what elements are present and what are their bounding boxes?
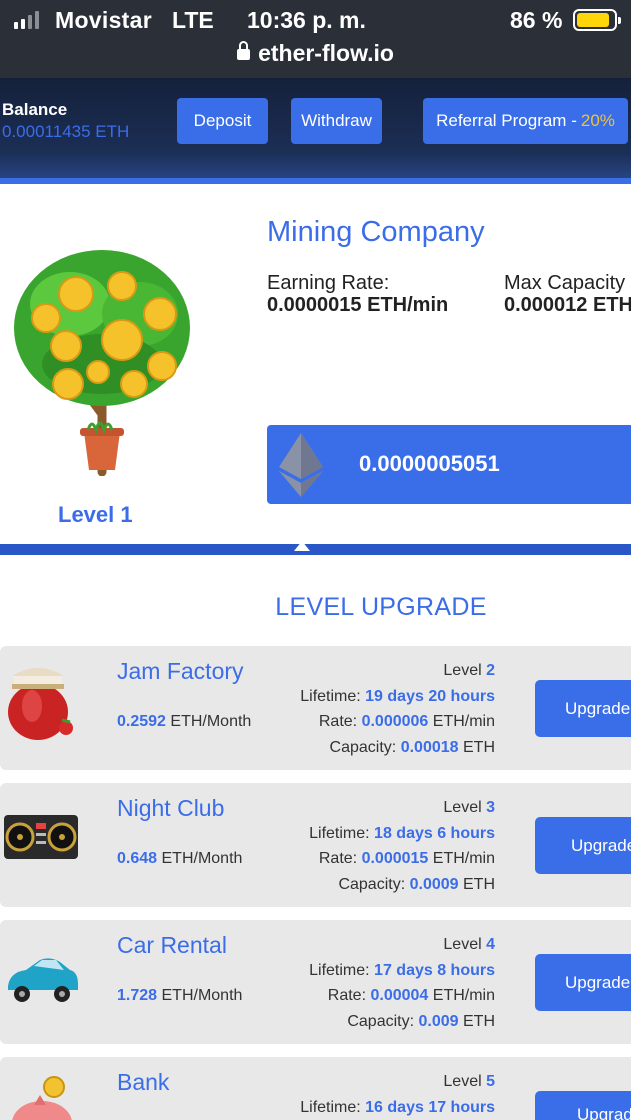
battery-percent: 86 % xyxy=(510,7,563,33)
upgrade-button[interactable]: Upgrade xyxy=(535,817,631,874)
lock-icon xyxy=(237,41,251,60)
referral-label: Referral Program - xyxy=(436,111,577,130)
upgrade-details: Level 4 Lifetime: 17 days 8 hours Rate: … xyxy=(309,936,495,1030)
monthly-earning: 1.728 ETH/Month xyxy=(117,987,243,1004)
money-tree-icon xyxy=(14,250,190,476)
car-icon xyxy=(8,958,78,1002)
mined-balance-value: 0.0000005051 xyxy=(359,451,500,476)
current-level: Level 1 xyxy=(58,502,133,527)
upgrade-card-bank: Bank Level 5 Lifetime: 16 days 17 hours … xyxy=(0,1057,631,1120)
referral-percent: 20% xyxy=(580,111,615,130)
upgrade-name: Night Club xyxy=(117,795,225,821)
carrier-name: Movistar xyxy=(55,7,152,33)
upgrade-button[interactable]: Upgrade xyxy=(535,680,631,737)
status-bar: Movistar LTE 10:36 p. m. 86 % ether-flow… xyxy=(0,0,631,78)
upgrade-card-jam-factory: Jam Factory 0.2592 ETH/Month Level 2 Lif… xyxy=(0,646,631,770)
signal-icon xyxy=(14,11,39,29)
piggy-bank-icon xyxy=(12,1076,72,1120)
upgrade-name: Car Rental xyxy=(117,932,227,958)
monthly-earning: 0.648 ETH/Month xyxy=(117,850,243,867)
upgrade-card-car-rental: Car Rental 1.728 ETH/Month Level 4 Lifet… xyxy=(0,920,631,1044)
referral-button[interactable]: Referral Program -20% xyxy=(423,98,628,144)
section-divider xyxy=(0,544,631,555)
company-title: Mining Company xyxy=(267,216,485,248)
divider-notch xyxy=(294,541,310,551)
url-text: ether-flow.io xyxy=(258,40,394,66)
mining-panel: Level 1 Mining Company Earning Rate: 0.0… xyxy=(0,184,631,546)
top-nav: Balance 0.00011435 ETH Deposit Withdraw … xyxy=(0,78,631,184)
max-capacity-value: 0.000012 ETH xyxy=(504,294,631,316)
upgrade-button[interactable]: Upgrade xyxy=(535,954,631,1011)
upgrade-card-night-club: Night Club 0.648 ETH/Month Level 3 Lifet… xyxy=(0,783,631,907)
balance-label: Balance xyxy=(2,100,68,119)
upgrade-button[interactable]: Upgrade xyxy=(535,1091,631,1120)
withdraw-button[interactable]: Withdraw xyxy=(291,98,382,144)
mined-balance-box[interactable]: 0.0000005051 xyxy=(267,425,631,504)
level-upgrade-title: LEVEL UPGRADE xyxy=(275,593,487,621)
network-type: LTE xyxy=(172,7,214,33)
dj-turntable-icon xyxy=(4,815,78,859)
earning-rate-value: 0.0000015 ETH/min xyxy=(267,294,449,316)
address-bar[interactable]: ether-flow.io xyxy=(0,40,631,67)
earning-rate-label: Earning Rate: xyxy=(267,272,390,294)
ethereum-icon xyxy=(279,433,323,497)
balance-value: 0.00011435 ETH xyxy=(2,122,130,141)
upgrade-name: Bank xyxy=(117,1069,170,1095)
deposit-button[interactable]: Deposit xyxy=(177,98,268,144)
clock: 10:36 p. m. xyxy=(247,7,366,33)
monthly-earning: 0.2592 ETH/Month xyxy=(117,713,252,730)
jam-jar-icon xyxy=(8,668,73,740)
max-capacity-label: Max Capacity xyxy=(504,272,626,294)
upgrade-details: Level 2 Lifetime: 19 days 20 hours Rate:… xyxy=(300,662,495,756)
upgrade-name: Jam Factory xyxy=(117,658,244,684)
upgrade-details: Level 5 Lifetime: 16 days 17 hours xyxy=(300,1073,495,1116)
upgrade-details: Level 3 Lifetime: 18 days 6 hours Rate: … xyxy=(309,799,495,893)
battery-icon xyxy=(573,9,621,31)
